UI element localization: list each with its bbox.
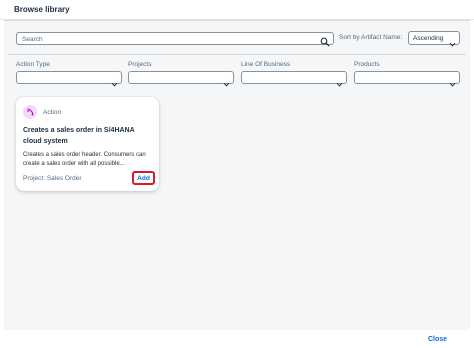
card-description: Creates a sales order header. Consumers … (23, 152, 146, 167)
divider (8, 54, 466, 55)
search-icon[interactable] (320, 34, 330, 47)
sort-label: Sort by Artifact Name: (339, 34, 403, 41)
sort-value: Ascending (413, 35, 444, 42)
card-project: Project: Sales Order (23, 175, 82, 182)
projects-select[interactable] (128, 71, 234, 87)
card-type: Action (43, 109, 62, 116)
chevron-down-icon (223, 75, 230, 87)
filter-label: Products (354, 61, 380, 68)
chevron-down-icon (449, 75, 456, 87)
action-type-select[interactable] (16, 71, 122, 87)
close-button[interactable]: Close (425, 333, 450, 345)
library-card[interactable]: Action Creates a sales order in S/4HANA … (16, 97, 159, 191)
action-icon (23, 105, 37, 119)
dialog-header: Browse library (0, 0, 474, 20)
filter-label: Action Type (16, 61, 50, 68)
dialog-content: Sort by Artifact Name: Ascending Action … (4, 20, 470, 330)
card-title: Creates a sales order in S/4HANA cloud s… (23, 127, 135, 145)
chevron-down-icon (111, 75, 118, 87)
line-of-business-select[interactable] (241, 71, 347, 87)
search-field[interactable] (16, 32, 334, 47)
sort-select[interactable]: Ascending (408, 31, 460, 47)
filter-label: Line Of Business (241, 61, 291, 68)
filter-label: Projects (128, 61, 152, 68)
dialog-title: Browse library (14, 5, 70, 14)
chevron-down-icon (449, 35, 456, 47)
chevron-down-icon (336, 75, 343, 87)
products-select[interactable] (354, 71, 460, 87)
add-button[interactable]: Add (132, 171, 155, 185)
browse-library-dialog: Browse library Sort by Artifact Name: As… (0, 0, 474, 348)
search-input[interactable] (22, 35, 312, 44)
